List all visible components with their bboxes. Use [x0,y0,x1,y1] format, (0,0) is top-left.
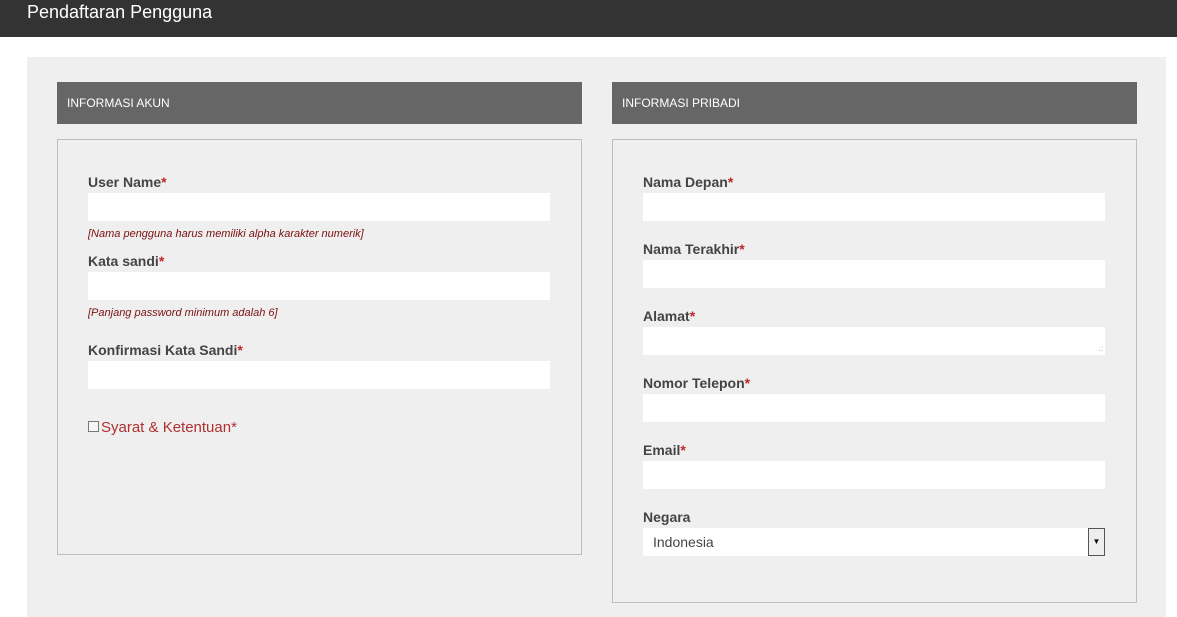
username-label: User Name* [88,174,167,190]
phone-label: Nomor Telepon* [643,375,751,391]
personal-form-box: Nama Depan* Nama Terakhir* Alamat* .: No… [612,139,1137,603]
section-title-account: INFORMASI AKUN [67,96,170,110]
top-bar: Pendaftaran Pengguna [0,0,1177,37]
terms-link[interactable]: Syarat & Ketentuan* [101,419,237,436]
country-label: Negara [643,509,691,525]
registration-panel: INFORMASI AKUN User Name* [Nama pengguna… [27,57,1166,617]
password-hint: [Panjang password minimum adalah 6] [88,307,278,319]
address-textarea[interactable]: .: [643,327,1105,355]
confirm-password-label: Konfirmasi Kata Sandi* [88,342,243,358]
country-selected-value: Indonesia [653,534,714,550]
password-input[interactable] [88,272,550,300]
section-header-personal: INFORMASI PRIBADI [612,82,1137,124]
password-label: Kata sandi* [88,253,165,269]
page-title: Pendaftaran Pengguna [27,2,213,22]
phone-input[interactable] [643,394,1105,422]
section-title-personal: INFORMASI PRIBADI [622,96,741,110]
account-form-box: User Name* [Nama pengguna harus memiliki… [57,139,582,555]
first-name-label: Nama Depan* [643,174,734,190]
dropdown-arrow-icon[interactable]: ▼ [1088,528,1105,556]
email-label: Email* [643,442,686,458]
confirm-password-input[interactable] [88,361,550,389]
section-header-account: INFORMASI AKUN [57,82,582,124]
username-hint: [Nama pengguna harus memiliki alpha kara… [88,228,364,240]
last-name-label: Nama Terakhir* [643,241,745,257]
resize-grip-icon[interactable]: .: [1099,345,1103,353]
email-input[interactable] [643,461,1105,489]
country-select[interactable]: Indonesia ▼ [643,528,1105,556]
username-input[interactable] [88,193,550,221]
address-label: Alamat* [643,308,696,324]
first-name-input[interactable] [643,193,1105,221]
last-name-input[interactable] [643,260,1105,288]
terms-checkbox[interactable] [88,421,99,432]
